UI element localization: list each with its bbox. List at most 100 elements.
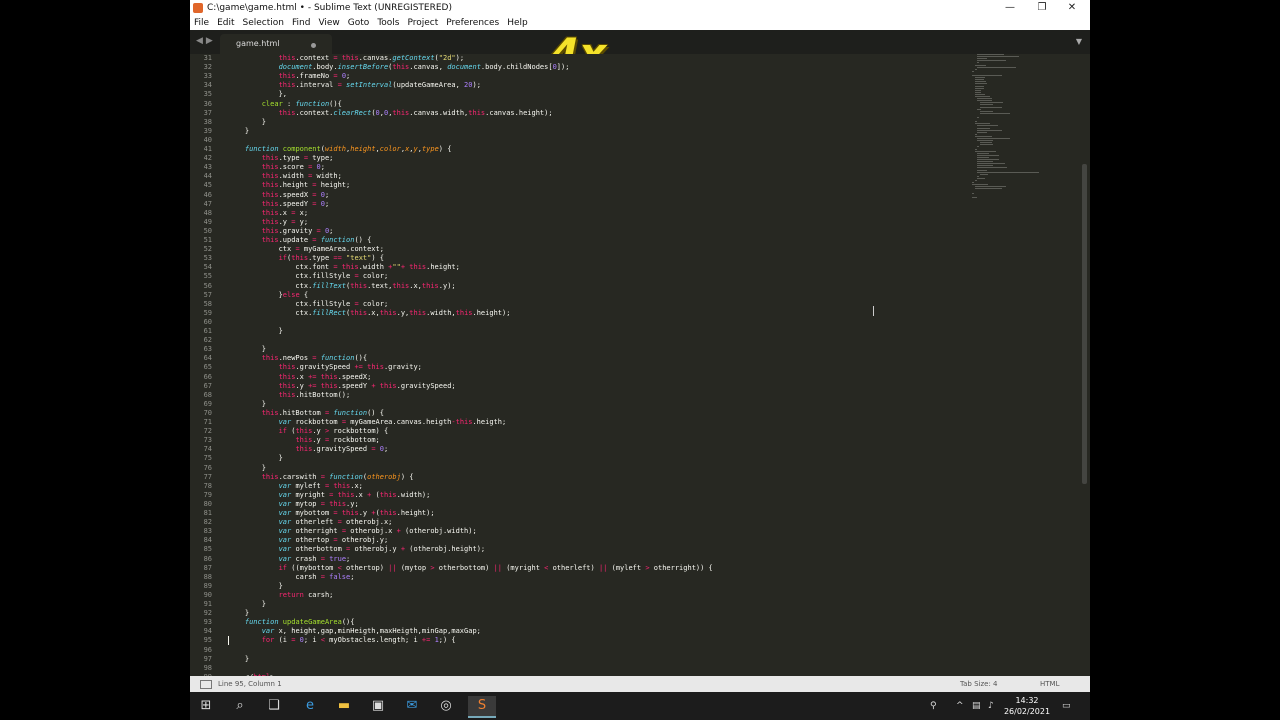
store-icon[interactable]: ▣ [368,696,388,716]
chrome-icon[interactable]: ◎ [436,696,456,716]
code-line[interactable]: if (this.y > rockbottom) { [228,427,389,436]
code-line[interactable]: var otherright = otherobj.x + (otherobj.… [228,527,477,536]
windows-start-icon[interactable]: ⊞ [196,696,216,716]
code-line[interactable]: this.width = width; [228,172,342,181]
clock[interactable]: 14:32 26/02/2021 [1002,695,1052,717]
code-line[interactable]: var otherbottom = otherobj.y + (otherobj… [228,545,486,554]
code-line[interactable]: this.type = type; [228,154,334,163]
code-line[interactable]: var rockbottom = myGameArea.canvas.heigt… [228,418,507,427]
code-line[interactable]: } [228,327,283,336]
syntax-mode[interactable]: HTML [1040,676,1059,692]
code-line[interactable]: this.gravitySpeed += this.gravity; [228,363,422,372]
menu-find[interactable]: Find [288,16,314,30]
code-line[interactable]: } [228,345,266,354]
task-view-icon[interactable]: ❑ [264,696,284,716]
menu-tools[interactable]: Tools [373,16,403,30]
network-icon[interactable]: ▤ [972,692,981,720]
vertical-scrollbar[interactable] [1082,164,1087,484]
menu-help[interactable]: Help [503,16,532,30]
code-line[interactable]: } [228,464,266,473]
unsaved-dot-icon[interactable] [311,43,316,48]
code-line[interactable]: var myright = this.x + (this.width); [228,491,431,500]
code-line[interactable]: function updateGameArea(){ [228,618,355,627]
code-editor[interactable]: 31 32 33 34 35 36 37 38 39 40 41 42 43 44 45 46 47 48 49 50… [190,54,1090,676]
code-line[interactable]: this.carswith = function(otherobj) { [228,473,414,482]
code-line[interactable]: this.x += this.speedX; [228,373,372,382]
code-line[interactable]: var crash = true; [228,555,351,564]
code-line[interactable]: ctx.fillStyle = color; [228,272,388,281]
code-line[interactable]: } [228,400,266,409]
code-line[interactable]: this.context = this.canvas.getContext("2… [228,54,464,63]
code-line[interactable]: } [228,454,283,463]
code-line[interactable]: ctx.fillStyle = color; [228,300,388,309]
code-line[interactable]: } [228,609,249,618]
edge-icon[interactable]: e [300,696,320,716]
code-line[interactable]: var myleft = this.x; [228,482,363,491]
code-line[interactable]: this.context.clearRect(0,0,this.canvas.w… [228,109,553,118]
close-icon[interactable]: ✕ [1056,0,1088,16]
code-line[interactable]: } [228,655,249,664]
code-line[interactable]: this.update = function() { [228,236,372,245]
code-line[interactable]: this.newPos = function(){ [228,354,367,363]
menu-selection[interactable]: Selection [239,16,288,30]
code-line[interactable]: this.gravity = 0; [228,227,334,236]
code-line[interactable]: ctx.fillText(this.text,this.x,this.y); [228,282,455,291]
tab-nav-arrows-icon[interactable]: ◀▶ [196,36,216,46]
minimap[interactable] [970,54,1080,254]
maximize-icon[interactable]: ❐ [1026,0,1058,16]
tab-size[interactable]: Tab Size: 4 [960,676,997,692]
code-line[interactable]: }else { [228,291,309,300]
notification-icon[interactable]: ▭ [1062,692,1071,720]
code-line[interactable]: this.height = height; [228,181,351,190]
menu-project[interactable]: Project [403,16,442,30]
code-line[interactable]: ctx = myGameArea.context; [228,245,384,254]
code-line[interactable]: this.y = rockbottom; [228,436,379,445]
menu-edit[interactable]: Edit [213,16,238,30]
code-area[interactable]: this.context = this.canvas.getContext("2… [228,54,968,676]
menu-goto[interactable]: Goto [344,16,374,30]
code-line[interactable]: this.x = x; [228,209,308,218]
code-line[interactable]: } [228,600,266,609]
tray-chevron-icon[interactable]: ^ [956,692,964,720]
panel-toggle-icon[interactable] [200,680,212,689]
code-line[interactable]: }, [228,90,287,99]
code-line[interactable]: this.speedX = 0; [228,191,329,200]
code-line[interactable]: var mytop = this.y; [228,500,359,509]
volume-icon[interactable]: ♪ [988,692,994,720]
tab-game-html[interactable]: game.html [220,34,332,54]
code-line[interactable]: this.y += this.speedY + this.gravitySpee… [228,382,456,391]
code-line[interactable]: this.hitBottom = function() { [228,409,384,418]
code-line[interactable]: ctx.font = this.width +""+ this.height; [228,263,459,272]
code-line[interactable]: this.gravitySpeed = 0; [228,445,388,454]
menu-file[interactable]: File [190,16,213,30]
code-line[interactable]: } [228,582,283,591]
code-line[interactable]: this.interval = setInterval(updateGameAr… [228,81,481,90]
menu-preferences[interactable]: Preferences [442,16,503,30]
code-line[interactable]: this.score = 0; [228,163,325,172]
code-line[interactable]: ctx.fillRect(this.x,this.y,this.width,th… [228,309,510,318]
minimize-icon[interactable]: — [994,0,1026,16]
people-icon[interactable]: ⚲ [930,692,937,720]
search-icon[interactable]: ⌕ [230,696,250,716]
code-line[interactable]: } [228,118,266,127]
sublime-icon[interactable]: S [468,696,496,718]
code-line[interactable]: var othertop = otherobj.y; [228,536,389,545]
code-line[interactable]: function component(width,height,color,x,… [228,145,452,154]
code-line[interactable]: var otherleft = otherobj.x; [228,518,393,527]
code-line[interactable]: document.body.insertBefore(this.canvas, … [228,63,570,72]
code-line[interactable]: this.frameNo = 0; [228,72,351,81]
cursor-position[interactable]: Line 95, Column 1 [218,676,282,692]
file-explorer-icon[interactable]: ▬ [334,696,354,716]
code-line[interactable]: this.hitBottom(); [228,391,351,400]
menu-view[interactable]: View [314,16,343,30]
code-line[interactable]: carsh = false; [228,573,354,582]
code-line[interactable]: this.speedY = 0; [228,200,329,209]
code-line[interactable]: if(this.type == "text") { [228,254,384,263]
code-line[interactable]: clear : function(){ [228,100,342,109]
code-line[interactable]: return carsh; [228,591,334,600]
tab-dropdown-icon[interactable]: ▼ [1076,37,1082,46]
code-line[interactable]: var x, height,gap,minHeigth,maxHeigth,mi… [228,627,481,636]
code-line[interactable]: var mybottom = this.y +(this.height); [228,509,435,518]
code-line[interactable]: if ((mybottom < othertop) || (mytop > ot… [228,564,713,573]
code-line[interactable]: this.y = y; [228,218,308,227]
